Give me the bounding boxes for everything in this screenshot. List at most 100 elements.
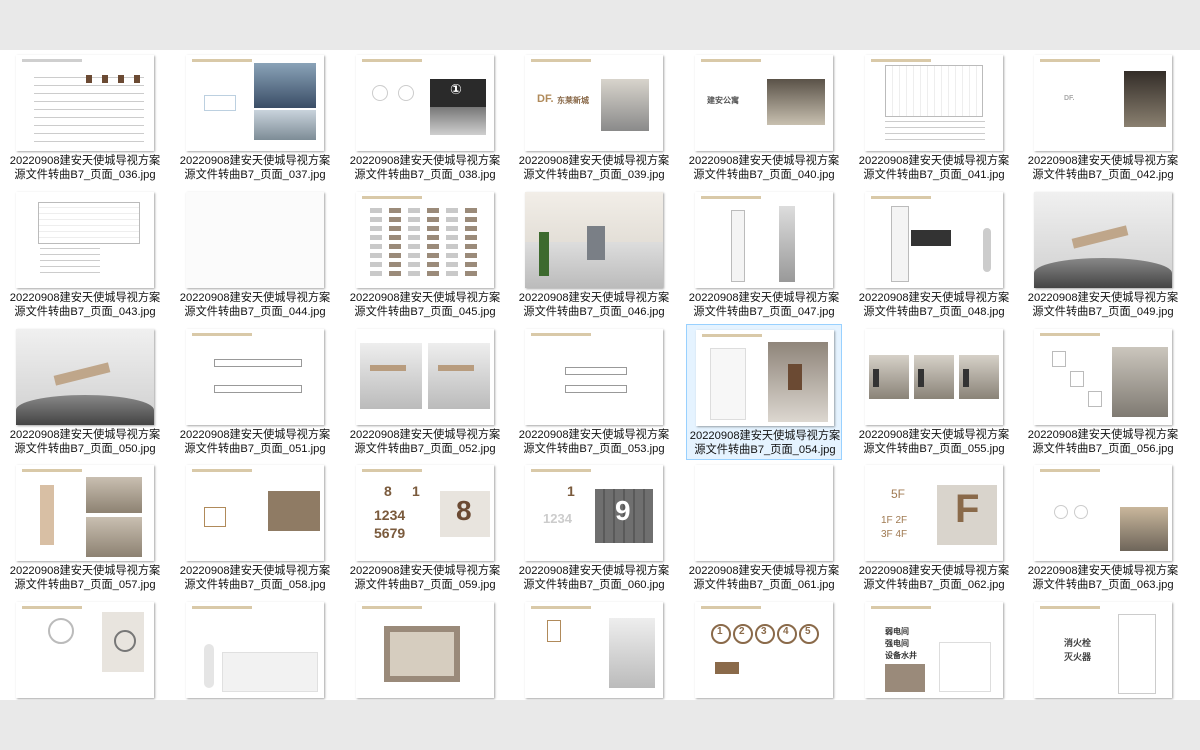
- file-thumbnail[interactable]: [356, 192, 494, 288]
- file-item[interactable]: ① 20220908建安天使城导视方案源文件转曲B7_页面_038.jpg: [347, 50, 503, 186]
- file-thumbnail[interactable]: [186, 329, 324, 425]
- file-item[interactable]: 20220908建安天使城导视方案源文件转曲B7_页面_043.jpg: [7, 187, 163, 323]
- file-item[interactable]: 20220908建安天使城导视方案源文件转曲B7_页面_057.jpg: [7, 460, 163, 596]
- file-item[interactable]: 20220908建安天使城导视方案源文件转曲B7_页面_049.jpg: [1025, 187, 1181, 323]
- file-thumbnail[interactable]: [186, 602, 324, 698]
- file-item[interactable]: 20220908建安天使城导视方案源文件转曲B7_页面_048.jpg: [856, 187, 1012, 323]
- thumb-line: [885, 121, 985, 122]
- thumb-block: [372, 85, 388, 101]
- file-thumbnail[interactable]: [525, 192, 663, 288]
- file-item[interactable]: 20220908建安天使城导视方案源文件转曲B7_页面_052.jpg: [347, 324, 503, 460]
- file-item[interactable]: 弱电间 强电间 设备水井: [856, 597, 1012, 700]
- file-thumbnail[interactable]: [1034, 192, 1172, 288]
- file-item[interactable]: 建安公寓 20220908建安天使城导视方案源文件转曲B7_页面_040.jpg: [686, 50, 842, 186]
- file-thumbnail[interactable]: [865, 55, 1003, 151]
- file-item[interactable]: 20220908建安天使城导视方案源文件转曲B7_页面_055.jpg: [856, 324, 1012, 460]
- file-item[interactable]: 20220908建安天使城导视方案源文件转曲B7_页面_045.jpg: [347, 187, 503, 323]
- file-item[interactable]: 20220908建安天使城导视方案源文件转曲B7_页面_047.jpg: [686, 187, 842, 323]
- thumb-block: [1124, 71, 1166, 127]
- thumb-block: [465, 244, 477, 249]
- file-thumbnail[interactable]: 弱电间 强电间 设备水井: [865, 602, 1003, 698]
- file-name: 20220908建安天使城导视方案源文件转曲B7_页面_053.jpg: [518, 429, 670, 455]
- file-name: 20220908建安天使城导视方案源文件转曲B7_页面_048.jpg: [858, 292, 1010, 318]
- file-item[interactable]: DF. 20220908建安天使城导视方案源文件转曲B7_页面_042.jpg: [1025, 50, 1181, 186]
- thumb-block: [446, 217, 458, 222]
- file-item[interactable]: 消火栓 灭火器: [1025, 597, 1181, 700]
- file-thumbnail[interactable]: [16, 465, 154, 561]
- thumb-block: [446, 253, 458, 258]
- thumb-block: [118, 75, 124, 83]
- file-item[interactable]: DF. 东莱新城 20220908建安天使城导视方案源文件转曲B7_页面_039.j…: [516, 50, 672, 186]
- file-thumbnail[interactable]: [865, 192, 1003, 288]
- file-name: 20220908建安天使城导视方案源文件转曲B7_页面_059.jpg: [349, 565, 501, 591]
- file-thumbnail[interactable]: 1 1234 9: [525, 465, 663, 561]
- thumb-block: [408, 271, 420, 276]
- thumb-line: [34, 141, 144, 142]
- file-item[interactable]: 20220908建安天使城导视方案源文件转曲B7_页面_061.jpg: [686, 460, 842, 596]
- file-thumbnail[interactable]: [16, 602, 154, 698]
- file-name: 20220908建安天使城导视方案源文件转曲B7_页面_045.jpg: [349, 292, 501, 318]
- file-item[interactable]: 20220908建安天使城导视方案源文件转曲B7_页面_056.jpg: [1025, 324, 1181, 460]
- file-item[interactable]: 20220908建安天使城导视方案源文件转曲B7_页面_037.jpg: [177, 50, 333, 186]
- file-item[interactable]: 20220908建安天使城导视方案源文件转曲B7_页面_054.jpg: [686, 324, 842, 460]
- thumb-block: [204, 507, 226, 527]
- file-thumbnail[interactable]: 消火栓 灭火器: [1034, 602, 1172, 698]
- file-item[interactable]: [347, 597, 503, 700]
- file-thumbnail[interactable]: DF.: [1034, 55, 1172, 151]
- file-item[interactable]: 5F 1F 2F 3F 4F F 20220908建安天使城导视方案源文件转曲B7_页面…: [856, 460, 1012, 596]
- circled-number: 1: [717, 626, 723, 637]
- thumb-header-bar: [531, 469, 591, 472]
- file-thumbnail[interactable]: [525, 602, 663, 698]
- file-thumbnail[interactable]: 建安公寓: [695, 55, 833, 151]
- thumb-header-bar: [1040, 333, 1100, 336]
- file-thumbnail[interactable]: [865, 329, 1003, 425]
- thumb-block: [214, 385, 302, 393]
- file-item[interactable]: 20220908建安天使城导视方案源文件转曲B7_页面_051.jpg: [177, 324, 333, 460]
- file-thumbnail[interactable]: [186, 465, 324, 561]
- file-item[interactable]: 20220908建安天使城导视方案源文件转曲B7_页面_058.jpg: [177, 460, 333, 596]
- file-item[interactable]: 20220908建安天使城导视方案源文件转曲B7_页面_053.jpg: [516, 324, 672, 460]
- file-thumbnail[interactable]: 8 1 1234 5679 8: [356, 465, 494, 561]
- file-item[interactable]: 20220908建安天使城导视方案源文件转曲B7_页面_041.jpg: [856, 50, 1012, 186]
- file-item[interactable]: [177, 597, 333, 700]
- thumb-block: [601, 79, 649, 131]
- thumb-block: [427, 244, 439, 249]
- file-thumbnail[interactable]: [1034, 465, 1172, 561]
- file-thumbnail[interactable]: 1 2 3 4 5: [695, 602, 833, 698]
- file-item[interactable]: [7, 597, 163, 700]
- thumb-header-bar: [871, 59, 931, 62]
- file-thumbnail[interactable]: [696, 330, 834, 426]
- file-thumbnail[interactable]: [356, 602, 494, 698]
- file-thumbnail[interactable]: [186, 192, 324, 288]
- file-item[interactable]: 1 1234 9 20220908建安天使城导视方案源文件转曲B7_页面_060.jp…: [516, 460, 672, 596]
- file-thumbnail[interactable]: DF. 东莱新城: [525, 55, 663, 151]
- file-item[interactable]: 20220908建安天使城导视方案源文件转曲B7_页面_050.jpg: [7, 324, 163, 460]
- file-name: 20220908建安天使城导视方案源文件转曲B7_页面_040.jpg: [688, 155, 840, 181]
- file-item[interactable]: 20220908建安天使城导视方案源文件转曲B7_页面_046.jpg: [516, 187, 672, 323]
- file-item[interactable]: 1 2 3 4 5: [686, 597, 842, 700]
- file-name: 20220908建安天使城导视方案源文件转曲B7_页面_062.jpg: [858, 565, 1010, 591]
- thumb-block: [446, 226, 458, 231]
- thumb-block: [465, 226, 477, 231]
- file-thumbnail[interactable]: ①: [356, 55, 494, 151]
- file-thumbnail[interactable]: [525, 329, 663, 425]
- thumb-block: [254, 63, 316, 108]
- file-thumbnail[interactable]: [695, 192, 833, 288]
- file-item[interactable]: 20220908建安天使城导视方案源文件转曲B7_页面_036.jpg: [7, 50, 163, 186]
- thumb-block: [389, 235, 401, 240]
- file-thumbnail[interactable]: [695, 465, 833, 561]
- file-thumbnail[interactable]: [16, 192, 154, 288]
- file-thumbnail[interactable]: [186, 55, 324, 151]
- file-thumbnail[interactable]: [1034, 329, 1172, 425]
- file-thumbnail[interactable]: [16, 329, 154, 425]
- thumb-header-bar: [701, 196, 761, 199]
- file-thumbnail[interactable]: [356, 329, 494, 425]
- file-item[interactable]: [516, 597, 672, 700]
- file-item[interactable]: 20220908建安天使城导视方案源文件转曲B7_页面_044.jpg: [177, 187, 333, 323]
- file-thumbnail[interactable]: 5F 1F 2F 3F 4F F: [865, 465, 1003, 561]
- thumb-block: [438, 365, 474, 371]
- file-thumbnail[interactable]: [16, 55, 154, 151]
- file-item[interactable]: 20220908建安天使城导视方案源文件转曲B7_页面_063.jpg: [1025, 460, 1181, 596]
- file-item[interactable]: 8 1 1234 5679 8 20220908建安天使城导视方案源文件转曲B7_页面_0…: [347, 460, 503, 596]
- fire-label: 消火栓: [1064, 638, 1092, 648]
